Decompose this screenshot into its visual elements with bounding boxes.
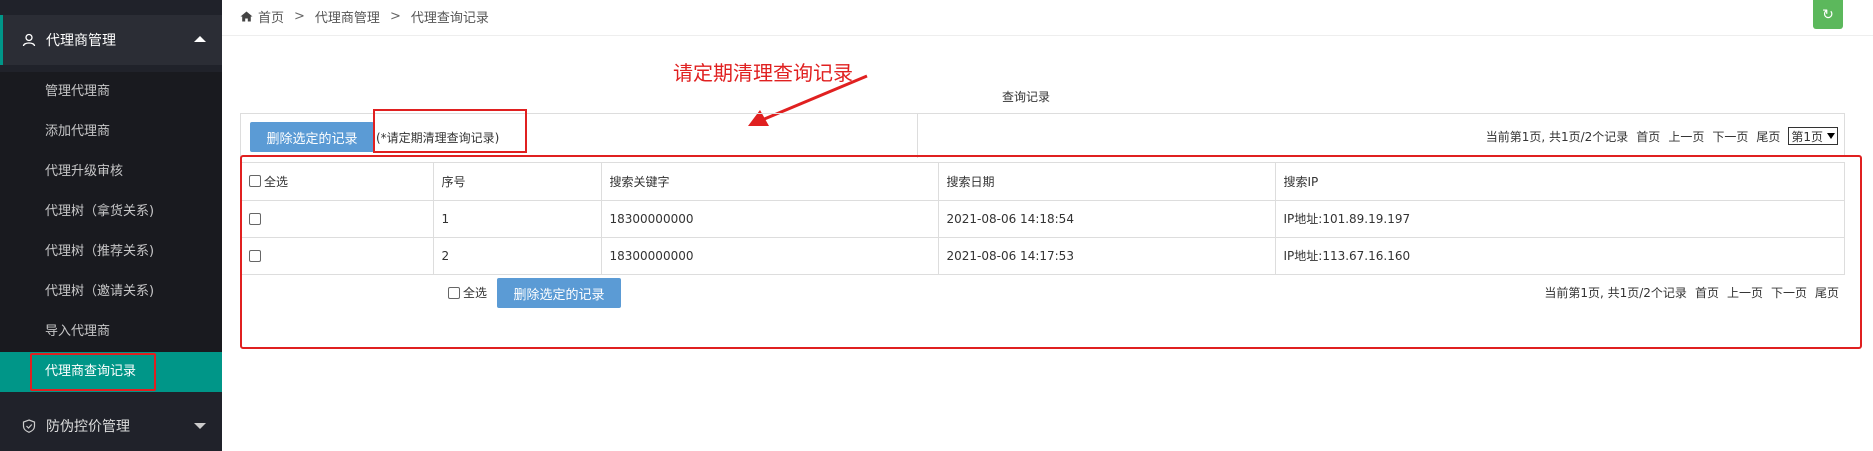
breadcrumb-separator: > — [389, 8, 401, 24]
sidebar-item-upgrade-review[interactable]: 代理升级审核 — [0, 152, 222, 192]
menu-group-label: 防伪控价管理 — [46, 419, 130, 435]
pager-prev[interactable]: 上一页 — [1668, 128, 1704, 145]
menu-group-anti-counterfeit[interactable]: 防伪控价管理 — [0, 401, 222, 451]
sidebar-item-tree-referral[interactable]: 代理树（推荐关系) — [0, 232, 222, 272]
annotation-highlight-box — [240, 155, 1862, 349]
annotation-highlight-box — [373, 109, 527, 153]
shield-icon — [22, 419, 36, 433]
sidebar-item-tree-invite[interactable]: 代理树（邀请关系) — [0, 272, 222, 312]
delete-selected-button[interactable]: 删除选定的记录 — [250, 122, 374, 152]
user-icon — [22, 33, 36, 47]
sidebar-item-add-agent[interactable]: 添加代理商 — [0, 112, 222, 152]
breadcrumb-agent-management[interactable]: 代理商管理 — [315, 7, 380, 26]
sidebar-item-manage-agents[interactable]: 管理代理商 — [0, 72, 222, 112]
pager-last[interactable]: 尾页 — [1756, 128, 1780, 145]
breadcrumb-separator: > — [294, 8, 305, 24]
sidebar: 代理商管理 管理代理商 添加代理商 代理升级审核 代理树（拿货关系) 代理树（推… — [0, 0, 222, 451]
menu-group-label: 代理商管理 — [46, 33, 116, 49]
chevron-down-icon — [194, 423, 206, 429]
chevron-up-icon — [194, 36, 206, 42]
page-select[interactable]: 第1页 — [1788, 127, 1838, 145]
annotation-highlight-box — [30, 353, 156, 391]
sidebar-submenu: 管理代理商 添加代理商 代理升级审核 代理树（拿货关系) 代理树（推荐关系) 代… — [0, 72, 222, 392]
pager-first[interactable]: 首页 — [1636, 128, 1660, 145]
page-select-value: 第1页 — [1791, 129, 1823, 144]
divider — [222, 35, 1873, 36]
divider — [917, 114, 918, 158]
menu-group-agent-management[interactable]: 代理商管理 — [0, 15, 222, 65]
home-icon — [240, 11, 253, 21]
breadcrumb-home[interactable]: 首页 — [258, 7, 284, 26]
pagination: 当前第1页, 共1页/2个记录 首页 上一页 下一页 尾页 第1页 — [1486, 127, 1838, 145]
page-title: 查询记录 — [1002, 90, 1051, 104]
breadcrumb: 首页 > 代理商管理 > 代理查询记录 — [240, 0, 489, 32]
pager-next[interactable]: 下一页 — [1712, 128, 1748, 145]
chevron-down-icon — [1827, 133, 1835, 139]
breadcrumb-current: 代理查询记录 — [410, 10, 489, 26]
sidebar-item-tree-purchase[interactable]: 代理树（拿货关系) — [0, 192, 222, 232]
pager-status: 当前第1页, 共1页/2个记录 — [1485, 129, 1629, 144]
refresh-icon: ↻ — [1822, 6, 1834, 23]
sidebar-item-import-agents[interactable]: 导入代理商 — [0, 312, 222, 352]
refresh-button[interactable]: ↻ — [1813, 0, 1843, 29]
